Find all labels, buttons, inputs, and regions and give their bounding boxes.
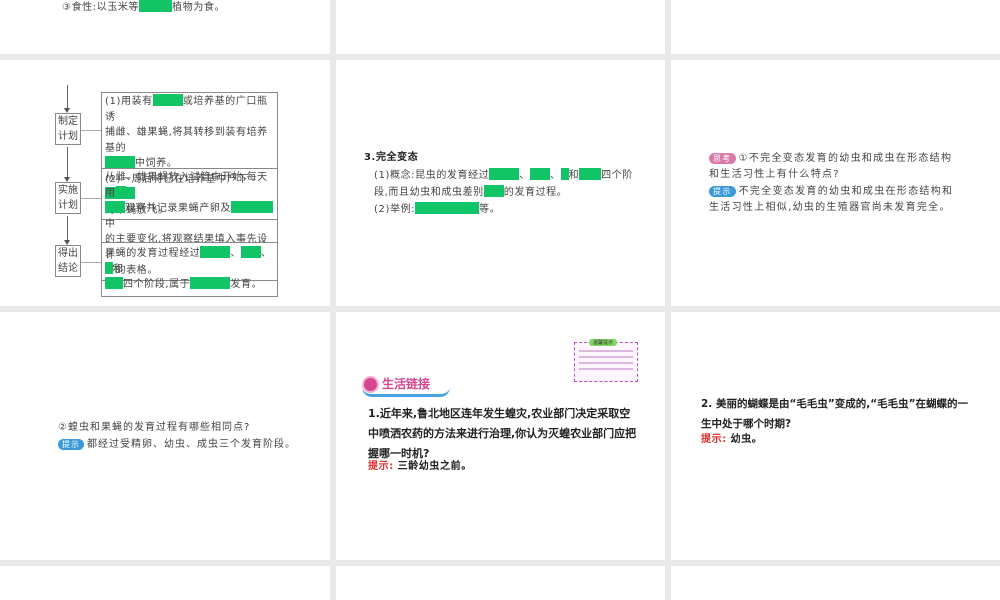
butterfly-hint: 提示: 幼虫。 <box>701 434 763 445</box>
slide-life-link[interactable]: 温馨提示 生活链接 1.近年来,鲁北地区连年发生蝗灾,农业部门决定采取空中喷洒农… <box>336 312 665 560</box>
concept-text: (1)概念:昆虫的发育经过、、和四个阶 段,而且幼虫和成虫差别 的发育过程。 (2… <box>374 168 633 215</box>
slide-flow-diagram[interactable]: 制定 计划 实施 计划 得出 结论 (1)用装有 或培养基的广口瓶诱 捕雌、雄果蝇,将其… <box>0 60 330 306</box>
slide-top-left[interactable]: ③食性:以玉米等 植物为食。 <box>0 0 330 54</box>
tip-note-title: 温馨提示 <box>589 339 618 346</box>
banner-icon <box>362 376 379 393</box>
life-banner: 生活链接 <box>362 374 450 397</box>
slide-butterfly[interactable]: 2. 美丽的蝴蝶是由“毛毛虫”变成的,“毛毛虫”在蝴蝶的一生中处于哪个时期? 提… <box>671 312 1000 560</box>
slide-think[interactable]: 思考 ①不完全变态发育的幼虫和成虫在形态结构和生活习性上有什么特点? 提示 不完全变… <box>671 60 1000 306</box>
slide-complete-metamorphosis[interactable]: 3.完全变态 (1)概念:昆虫的发育经过、、和四个阶 段,而且幼虫和成虫差别 的发… <box>336 60 665 306</box>
conclusion-box: 果蝇的发育过程经过、、和 四个阶段,属于 发育。 <box>101 242 278 297</box>
life-question: 1.近年来,鲁北地区连年发生蝗灾,农业部门决定采取空中喷洒农药的方法来进行治理,… <box>368 407 637 460</box>
slide-q2[interactable]: ②蝗虫和果蝇的发育过程有哪些相同点? 提示 都经过受精卵、幼虫、成虫三个发育阶段。 <box>0 312 330 560</box>
slide-bottom-right[interactable] <box>671 566 1000 600</box>
hint-badge: 提示 <box>58 439 84 450</box>
section-title: 3.完全变态 <box>364 152 419 163</box>
think-badge: 思考 <box>709 153 736 164</box>
think-answer: 提示 不完全变态发育的幼虫和成虫在形态结构和生活习性上相似,幼虫的生殖器官尚未发育… <box>709 186 954 213</box>
slide-top-mid[interactable] <box>336 0 665 54</box>
hint-badge: 提示 <box>709 186 736 197</box>
label-implement: 实施 计划 <box>55 182 81 214</box>
label-plan: 制定 计划 <box>55 113 81 145</box>
slide-top-right[interactable] <box>671 0 1000 54</box>
slide-bottom-left[interactable] <box>0 566 330 600</box>
q2-answer: 提示 都经过受精卵、幼虫、成虫三个发育阶段。 <box>58 437 296 453</box>
butterfly-question: 2. 美丽的蝴蝶是由“毛毛虫”变成的,“毛毛虫”在蝴蝶的一生中处于哪个时期? <box>701 398 969 430</box>
think-question: 思考 ①不完全变态发育的幼虫和成虫在形态结构和生活习性上有什么特点? <box>709 153 953 180</box>
food-text: ③食性:以玉米等 植物为食。 <box>62 0 226 13</box>
q2-question: ②蝗虫和果蝇的发育过程有哪些相同点? <box>58 422 251 433</box>
slide-bottom-mid[interactable] <box>336 566 665 600</box>
life-hint: 提示: 三龄幼虫之前。 <box>368 461 472 472</box>
label-conclusion: 得出 结论 <box>55 245 81 277</box>
tip-note: 温馨提示 <box>574 339 638 382</box>
